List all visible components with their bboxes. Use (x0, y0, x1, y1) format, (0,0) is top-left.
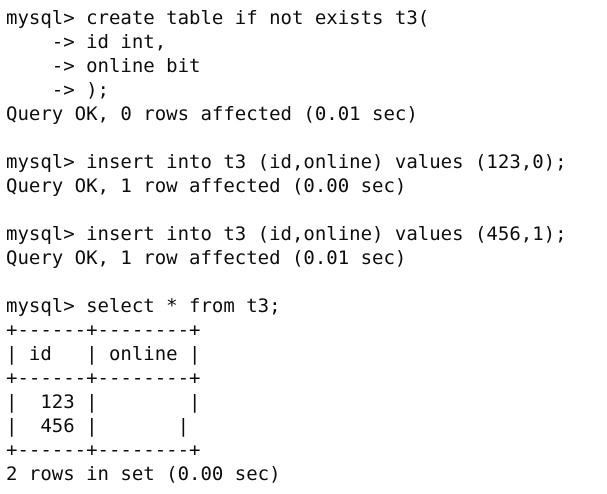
table-header-row: | id | online | (6, 343, 201, 365)
terminal-line-insert-1: mysql> insert into t3 (id,online) values… (6, 151, 567, 173)
terminal-line-continuation-id: -> id int, (6, 31, 167, 53)
table-row: | 456 | | (6, 415, 190, 437)
terminal-window[interactable]: mysql> create table if not exists t3( ->… (0, 0, 607, 494)
terminal-line-result-select: 2 rows in set (0.00 sec) (6, 463, 281, 485)
terminal-line-result-create: Query OK, 0 rows affected (0.01 sec) (6, 103, 418, 125)
terminal-line-result-insert-1: Query OK, 1 row affected (0.00 sec) (6, 175, 407, 197)
terminal-line-continuation-online: -> online bit (6, 55, 201, 77)
table-border-bottom: +------+--------+ (6, 439, 201, 461)
terminal-line-result-insert-2: Query OK, 1 row affected (0.01 sec) (6, 247, 407, 269)
table-border-header: +------+--------+ (6, 367, 201, 389)
table-border-top: +------+--------+ (6, 319, 201, 341)
terminal-line-create-table: mysql> create table if not exists t3( (6, 7, 430, 29)
terminal-line-insert-2: mysql> insert into t3 (id,online) values… (6, 223, 567, 245)
table-row: | 123 | | (6, 391, 201, 413)
terminal-line-select: mysql> select * from t3; (6, 295, 281, 317)
terminal-line-continuation-close: -> ); (6, 79, 109, 101)
